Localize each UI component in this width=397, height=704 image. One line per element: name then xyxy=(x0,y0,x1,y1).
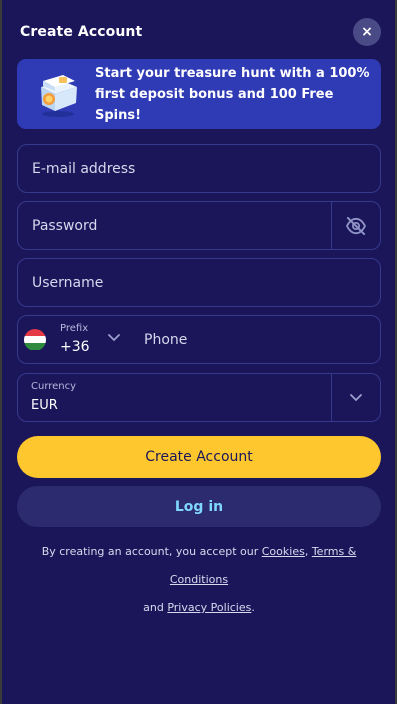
eye-off-icon xyxy=(345,216,367,235)
privacy-policies-link[interactable]: Privacy Policies xyxy=(167,601,251,614)
hungary-flag-icon xyxy=(24,328,46,351)
treasure-chest-icon xyxy=(41,75,77,117)
email-field-container xyxy=(17,144,381,193)
close-button[interactable]: × xyxy=(353,18,381,46)
cookies-link[interactable]: Cookies xyxy=(262,545,305,558)
terms-prefix: By creating an account, you accept our xyxy=(41,545,262,558)
terms-and: and xyxy=(143,601,168,614)
phone-prefix-select[interactable]: Prefix +36 xyxy=(18,316,130,363)
prefix-value: +36 xyxy=(60,338,90,355)
currency-value: EUR xyxy=(31,397,58,413)
terms-suffix: . xyxy=(251,601,255,614)
password-field-container xyxy=(17,201,381,250)
create-account-button[interactable]: Create Account xyxy=(17,436,381,478)
promo-banner: Start your treasure hunt with a 100% fir… xyxy=(17,59,381,129)
chevron-down-icon xyxy=(108,334,120,342)
banner-text: Start your treasure hunt with a 100% fir… xyxy=(95,65,370,123)
phone-field[interactable] xyxy=(130,316,380,363)
phone-field-container: Prefix +36 xyxy=(17,315,381,364)
modal-title: Create Account xyxy=(20,24,143,40)
username-field[interactable] xyxy=(18,259,380,306)
password-visibility-toggle[interactable] xyxy=(331,202,380,249)
currency-dropdown-toggle[interactable] xyxy=(331,374,380,421)
email-field[interactable] xyxy=(18,145,380,192)
username-field-container xyxy=(17,258,381,307)
terms-text: By creating an account, you accept our C… xyxy=(17,538,381,622)
login-button[interactable]: Log in xyxy=(17,486,381,527)
modal-header: Create Account × xyxy=(20,18,381,46)
password-field[interactable] xyxy=(18,202,331,249)
chevron-down-icon xyxy=(350,393,362,401)
currency-label: Currency xyxy=(31,380,77,392)
prefix-label: Prefix xyxy=(60,322,89,334)
terms-separator: , xyxy=(304,545,312,558)
close-icon: × xyxy=(361,24,373,40)
currency-select[interactable]: Currency EUR xyxy=(17,373,381,422)
